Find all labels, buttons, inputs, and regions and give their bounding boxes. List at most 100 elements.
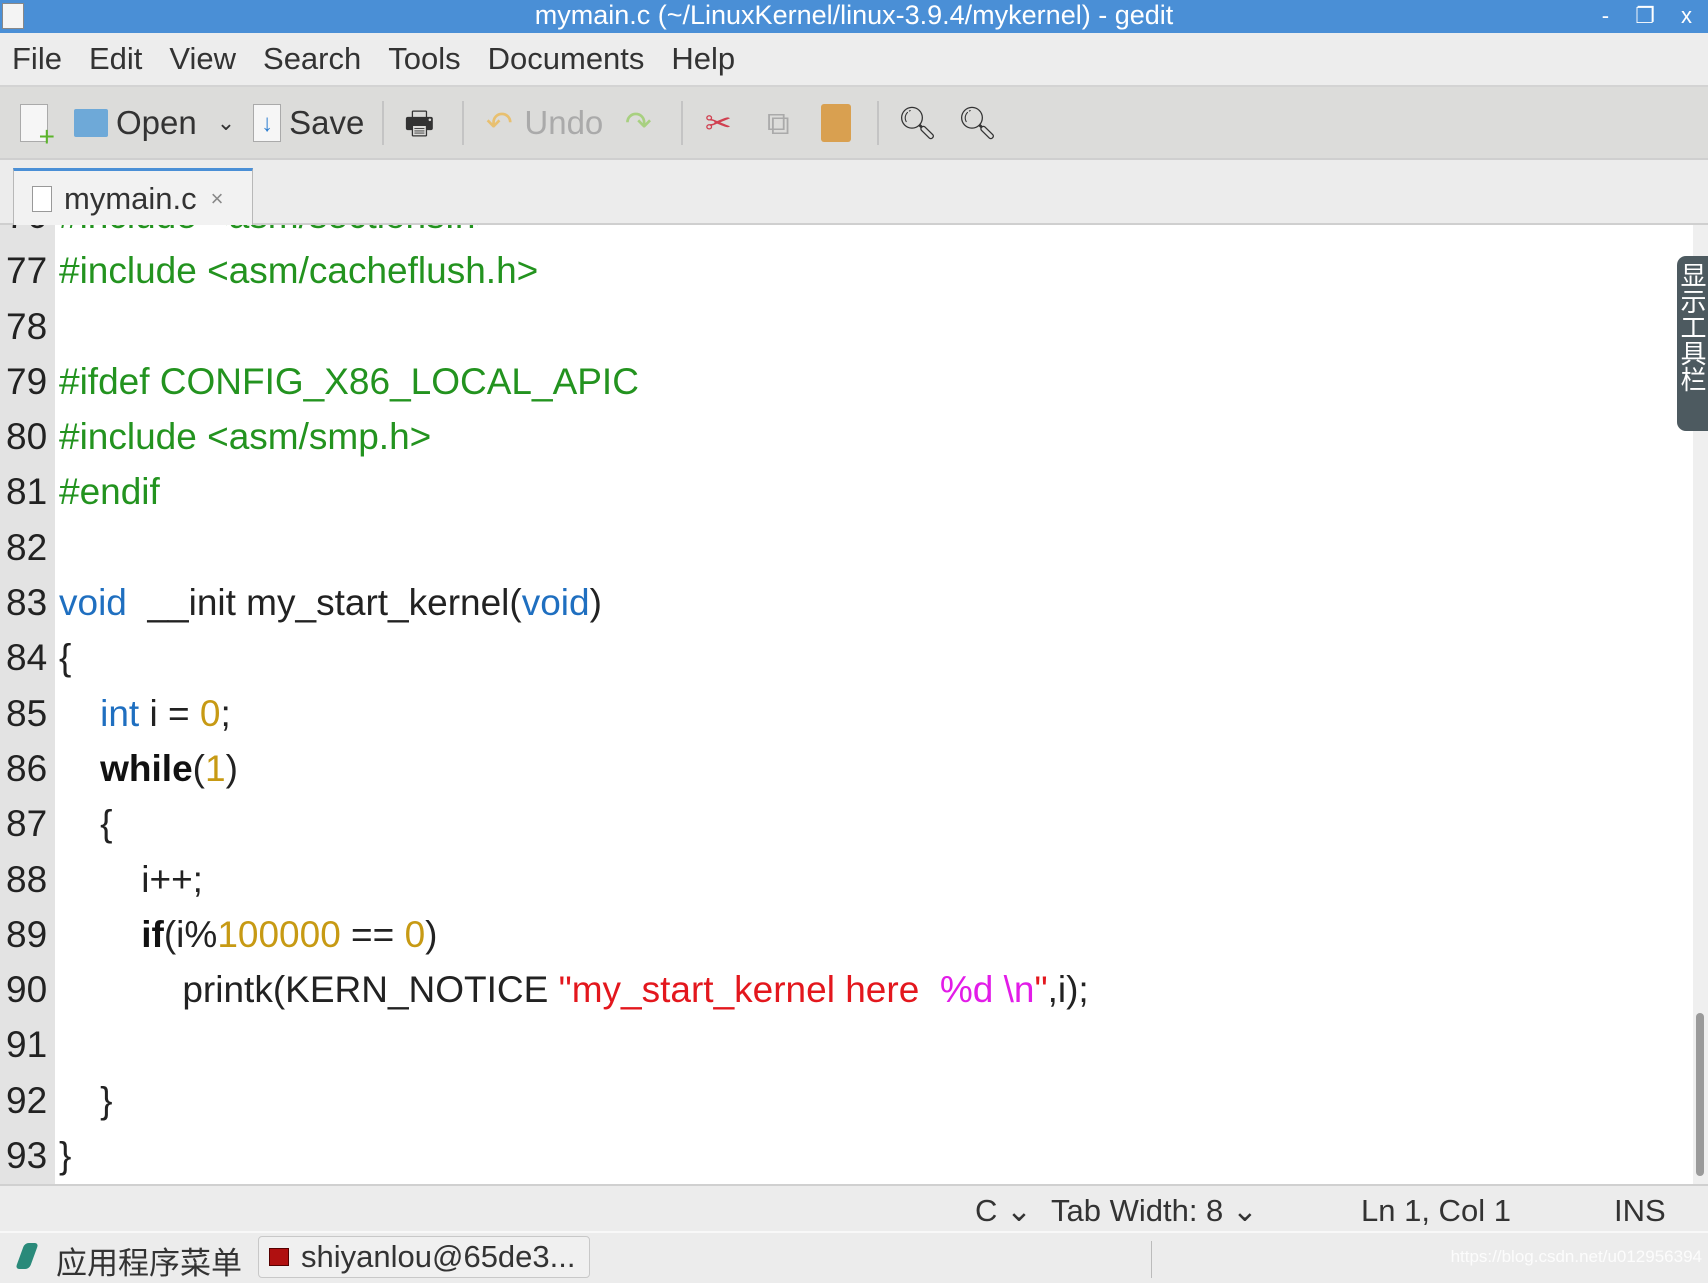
- code-token: %d \n: [939, 969, 1035, 1011]
- new-document-icon: +: [20, 103, 55, 150]
- menu-documents[interactable]: Documents: [488, 41, 645, 77]
- code-line: 83 void __init my_start_kernel(void): [0, 575, 1693, 630]
- code-token: ,i);: [1047, 969, 1089, 1011]
- tab-mymain-c[interactable]: mymain.c ×: [13, 168, 253, 227]
- line-source: {: [59, 796, 112, 851]
- code-line: 91: [0, 1017, 1693, 1072]
- tab-width-selector[interactable]: Tab Width: 8 ⌄: [1051, 1193, 1258, 1229]
- new-document-button[interactable]: +: [20, 103, 56, 150]
- taskbar-terminal-button[interactable]: shiyanlou@65de3...: [258, 1236, 590, 1278]
- line-number: 84: [6, 637, 48, 679]
- menu-file[interactable]: File: [12, 41, 62, 77]
- menu-bar: File Edit View Search Tools Documents He…: [0, 33, 1708, 87]
- code-line: 78: [0, 299, 1693, 354]
- line-number: 90: [6, 969, 48, 1011]
- code-token: #endif: [59, 471, 160, 513]
- open-button[interactable]: Open ⌄: [74, 104, 235, 142]
- language-selector[interactable]: C ⌄: [975, 1193, 1032, 1229]
- scissors-icon: ✂: [704, 104, 732, 141]
- search-icon: 🔍︎: [897, 104, 938, 141]
- cursor-position: Ln 1, Col 1: [1361, 1193, 1511, 1228]
- status-bar: C ⌄ Tab Width: 8 ⌄ Ln 1, Col 1 INS: [0, 1184, 1708, 1231]
- code-line: 80 #include <asm/smp.h>: [0, 409, 1693, 464]
- line-number: 77: [6, 250, 48, 292]
- code-token: ": [1034, 969, 1048, 1011]
- open-label: Open: [116, 103, 197, 141]
- code-line: 93}: [0, 1128, 1693, 1183]
- menu-tools[interactable]: Tools: [388, 41, 460, 77]
- scrollbar-thumb[interactable]: [1696, 1013, 1704, 1176]
- line-source: #endif: [59, 464, 160, 519]
- code-line: 88 i++;: [0, 852, 1693, 907]
- code-token: {: [59, 803, 113, 845]
- menu-edit[interactable]: Edit: [89, 41, 142, 77]
- undo-label: Undo: [524, 103, 604, 141]
- cut-button[interactable]: ✂: [701, 104, 743, 142]
- replace-button[interactable]: 🔍︎: [957, 104, 999, 142]
- code-token: (: [192, 747, 205, 789]
- save-button[interactable]: ↓ Save: [253, 103, 365, 142]
- line-number: 93: [6, 1135, 48, 1177]
- save-label: Save: [289, 103, 365, 141]
- code-token: ;: [220, 692, 231, 734]
- line-source: #include <asm/sections.h>: [59, 225, 497, 243]
- print-button[interactable]: 🖶: [402, 104, 444, 142]
- copy-button[interactable]: ⧉: [761, 104, 803, 142]
- copy-icon: ⧉: [766, 104, 790, 141]
- toolbar-separator: [877, 100, 880, 145]
- code-line: 76 #include <asm/sections.h>: [0, 225, 1693, 243]
- taskbar: 应用程序菜单 shiyanlou@65de3... https://blog.c…: [0, 1231, 1708, 1281]
- line-source: #include <asm/smp.h>: [59, 409, 431, 464]
- app-menu-logo-icon[interactable]: [15, 1243, 39, 1269]
- code-token: ): [589, 582, 602, 624]
- line-number: 79: [6, 360, 48, 402]
- line-source: printk(KERN_NOTICE "my_start_kernel here…: [59, 962, 1089, 1017]
- line-source: #ifdef CONFIG_X86_LOCAL_APIC: [59, 354, 639, 409]
- window-title: mymain.c (~/LinuxKernel/linux-3.9.4/myke…: [534, 0, 1174, 30]
- code-token: while: [100, 747, 193, 789]
- code-token: int: [100, 692, 140, 734]
- line-number: 86: [6, 747, 48, 789]
- line-source: if(i%100000 == 0): [59, 907, 437, 962]
- code-token: ==: [340, 913, 405, 955]
- line-source: }: [59, 1128, 71, 1183]
- close-tab-icon[interactable]: ×: [211, 186, 224, 212]
- menu-help[interactable]: Help: [671, 41, 735, 77]
- line-number: 92: [6, 1079, 48, 1121]
- menu-view[interactable]: View: [169, 41, 236, 77]
- line-number: 81: [6, 471, 48, 513]
- tab-label: mymain.c: [64, 181, 197, 216]
- line-number: 89: [6, 913, 48, 955]
- code-token: }: [59, 1079, 113, 1121]
- applications-menu[interactable]: 应用程序菜单: [56, 1238, 242, 1283]
- gedit-app-icon: [2, 3, 24, 29]
- code-token: i++;: [59, 858, 203, 900]
- find-replace-icon: 🔍︎: [957, 104, 998, 141]
- show-toolbar-side-tab[interactable]: 显示工具栏: [1677, 256, 1708, 431]
- window-controls[interactable]: - ❐ x: [1602, 0, 1702, 31]
- code-token: void: [59, 582, 127, 624]
- paste-button[interactable]: [821, 103, 859, 142]
- chevron-down-icon[interactable]: ⌄: [217, 110, 235, 136]
- code-editor[interactable]: 76 #include <asm/sections.h> 77 #include <a…: [0, 225, 1693, 1184]
- redo-button[interactable]: ↷: [621, 104, 663, 142]
- undo-icon: ↶: [485, 104, 513, 141]
- toolbar: + Open ⌄ ↓ Save 🖶 ↶ Undo ↷ ✂ ⧉ 🔍︎ 🔍︎: [0, 87, 1708, 160]
- code-token: 100000: [217, 913, 341, 955]
- code-token: {: [59, 637, 72, 679]
- code-token: #ifdef CONFIG_X86_LOCAL_APIC: [59, 360, 639, 402]
- line-source: }: [59, 1073, 112, 1128]
- code-token: i =: [139, 692, 200, 734]
- code-line: 82: [0, 520, 1693, 575]
- code-line: 77 #include <asm/cacheflush.h>: [0, 243, 1693, 298]
- toolbar-separator: [681, 100, 684, 145]
- menu-search[interactable]: Search: [263, 41, 361, 77]
- title-bar: mymain.c (~/LinuxKernel/linux-3.9.4/myke…: [0, 0, 1708, 33]
- line-source: void __init my_start_kernel(void): [59, 575, 602, 630]
- line-number: 85: [6, 692, 48, 734]
- line-number: 91: [6, 1024, 48, 1066]
- find-button[interactable]: 🔍︎: [897, 104, 939, 142]
- undo-button[interactable]: ↶ Undo: [482, 104, 603, 142]
- line-source: {: [59, 630, 71, 685]
